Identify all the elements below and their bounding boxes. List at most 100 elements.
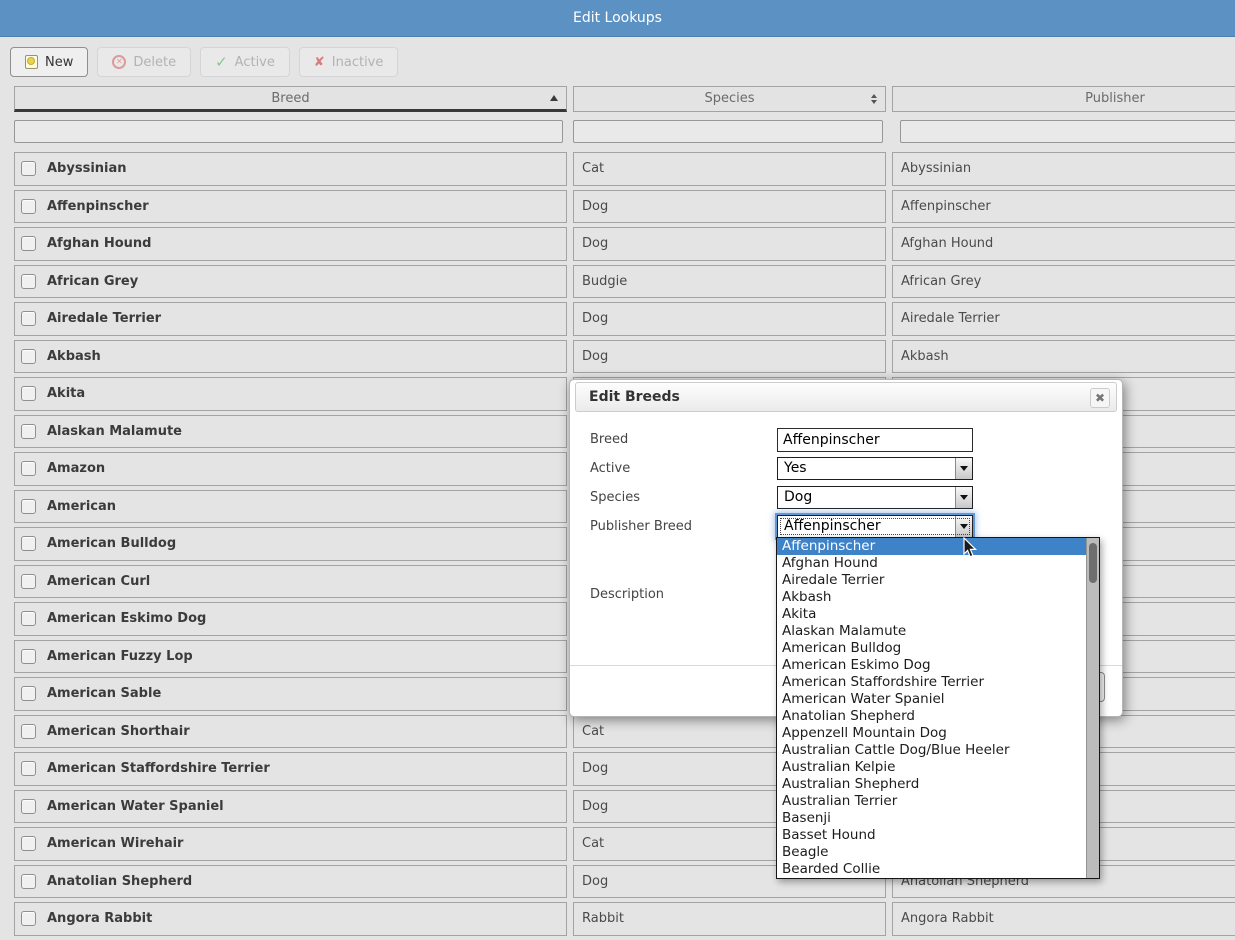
breed-cell[interactable]: Abyssinian	[14, 152, 567, 186]
dropdown-option[interactable]: American Staffordshire Terrier	[777, 674, 1086, 691]
row-checkbox[interactable]	[21, 424, 36, 439]
dropdown-options: AffenpinscherAfghan HoundAiredale Terrie…	[777, 538, 1086, 878]
row-checkbox[interactable]	[21, 874, 36, 889]
dropdown-option[interactable]: American Eskimo Dog	[777, 657, 1086, 674]
dropdown-option[interactable]: American Bulldog	[777, 640, 1086, 657]
new-button[interactable]: New	[10, 47, 88, 77]
active-select[interactable]: Yes	[777, 457, 973, 480]
publisher-cell[interactable]: Airedale Terrier	[892, 302, 1235, 336]
row-checkbox[interactable]	[21, 724, 36, 739]
dropdown-option[interactable]: Basenji	[777, 810, 1086, 827]
delete-button[interactable]: ✕ Delete	[97, 47, 191, 77]
species-cell[interactable]: Dog	[573, 340, 886, 374]
breed-cell[interactable]: Affenpinscher	[14, 190, 567, 224]
dropdown-option[interactable]: Akita	[777, 606, 1086, 623]
row-checkbox[interactable]	[21, 236, 36, 251]
publisher-filter-input[interactable]	[900, 120, 1235, 143]
species-cell[interactable]: Dog	[573, 302, 886, 336]
dropdown-option[interactable]: Beagle	[777, 844, 1086, 861]
breed-cell[interactable]: African Grey	[14, 265, 567, 299]
breed-cell[interactable]: American Sable	[14, 677, 567, 711]
dropdown-option[interactable]: Anatolian Shepherd	[777, 708, 1086, 725]
table-row[interactable]: African Grey Budgie African Grey	[14, 265, 1235, 299]
breed-cell[interactable]: Akita	[14, 377, 567, 411]
table-row[interactable]: Akbash Dog Akbash	[14, 340, 1235, 374]
publisher-cell[interactable]: Akbash	[892, 340, 1235, 374]
dialog-titlebar[interactable]: Edit Breeds ✖	[575, 382, 1117, 412]
row-checkbox[interactable]	[21, 274, 36, 289]
row-checkbox[interactable]	[21, 311, 36, 326]
breed-cell[interactable]: American	[14, 490, 567, 524]
table-row[interactable]: Affenpinscher Dog Affenpinscher	[14, 190, 1235, 224]
breed-cell[interactable]: American Curl	[14, 565, 567, 599]
breed-cell[interactable]: Alaskan Malamute	[14, 415, 567, 449]
breed-cell[interactable]: American Fuzzy Lop	[14, 640, 567, 674]
species-filter-input[interactable]	[573, 120, 883, 143]
breed-cell[interactable]: American Water Spaniel	[14, 790, 567, 824]
dropdown-option[interactable]: Affenpinscher	[777, 538, 1086, 555]
breed-cell[interactable]: Amazon	[14, 452, 567, 486]
publisher-cell[interactable]: African Grey	[892, 265, 1235, 299]
table-row[interactable]: Airedale Terrier Dog Airedale Terrier	[14, 302, 1235, 336]
dropdown-arrow-icon[interactable]	[955, 458, 972, 479]
column-header-publisher[interactable]: Publisher	[892, 86, 1235, 112]
dropdown-scrollbar-thumb[interactable]	[1089, 543, 1097, 583]
active-button[interactable]: ✓ Active	[200, 47, 290, 77]
species-cell[interactable]: Dog	[573, 190, 886, 224]
dropdown-arrow-icon[interactable]	[955, 516, 972, 537]
row-checkbox[interactable]	[21, 686, 36, 701]
dropdown-option[interactable]: Australian Cattle Dog/Blue Heeler	[777, 742, 1086, 759]
publisher-cell[interactable]: Abyssinian	[892, 152, 1235, 186]
dropdown-option[interactable]: Bearded Collie	[777, 861, 1086, 878]
species-cell[interactable]: Budgie	[573, 265, 886, 299]
publisher-breed-select[interactable]: Affenpinscher	[777, 515, 973, 538]
dropdown-option[interactable]: Australian Shepherd	[777, 776, 1086, 793]
species-cell[interactable]: Dog	[573, 227, 886, 261]
row-checkbox[interactable]	[21, 836, 36, 851]
publisher-cell[interactable]: Affenpinscher	[892, 190, 1235, 224]
breed-cell[interactable]: American Bulldog	[14, 527, 567, 561]
dropdown-arrow-icon[interactable]	[955, 487, 972, 508]
row-checkbox[interactable]	[21, 349, 36, 364]
column-header-breed[interactable]: Breed	[14, 86, 567, 112]
dropdown-option[interactable]: Alaskan Malamute	[777, 623, 1086, 640]
dropdown-option[interactable]: Basset Hound	[777, 827, 1086, 844]
breed-cell[interactable]: American Wirehair	[14, 827, 567, 861]
dropdown-option[interactable]: American Water Spaniel	[777, 691, 1086, 708]
column-header-species[interactable]: Species	[573, 86, 886, 112]
breed-cell[interactable]: Afghan Hound	[14, 227, 567, 261]
breed-input[interactable]	[777, 428, 973, 452]
table-row[interactable]: Abyssinian Cat Abyssinian	[14, 152, 1235, 186]
breed-cell[interactable]: American Shorthair	[14, 715, 567, 749]
breed-filter-input[interactable]	[14, 120, 563, 143]
dropdown-option[interactable]: Appenzell Mountain Dog	[777, 725, 1086, 742]
row-checkbox[interactable]	[21, 199, 36, 214]
row-checkbox[interactable]	[21, 499, 36, 514]
row-checkbox[interactable]	[21, 461, 36, 476]
dropdown-option[interactable]: Airedale Terrier	[777, 572, 1086, 589]
breed-cell[interactable]: American Eskimo Dog	[14, 602, 567, 636]
species-select[interactable]: Dog	[777, 486, 973, 509]
row-checkbox[interactable]	[21, 799, 36, 814]
dropdown-option[interactable]: Australian Terrier	[777, 793, 1086, 810]
breed-cell[interactable]: Airedale Terrier	[14, 302, 567, 336]
dropdown-option[interactable]: Afghan Hound	[777, 555, 1086, 572]
row-checkbox[interactable]	[21, 536, 36, 551]
dropdown-scrollbar[interactable]	[1086, 538, 1099, 878]
publisher-cell[interactable]: Afghan Hound	[892, 227, 1235, 261]
species-cell[interactable]: Cat	[573, 152, 886, 186]
breed-cell[interactable]: Anatolian Shepherd	[14, 865, 567, 899]
inactive-button[interactable]: ✘ Inactive	[299, 47, 399, 77]
close-icon[interactable]: ✖	[1090, 388, 1110, 408]
row-checkbox[interactable]	[21, 761, 36, 776]
breed-cell[interactable]: American Staffordshire Terrier	[14, 752, 567, 786]
table-row[interactable]: Afghan Hound Dog Afghan Hound	[14, 227, 1235, 261]
row-checkbox[interactable]	[21, 649, 36, 664]
dropdown-option[interactable]: Akbash	[777, 589, 1086, 606]
row-checkbox[interactable]	[21, 161, 36, 176]
dropdown-option[interactable]: Australian Kelpie	[777, 759, 1086, 776]
row-checkbox[interactable]	[21, 611, 36, 626]
breed-cell[interactable]: Akbash	[14, 340, 567, 374]
row-checkbox[interactable]	[21, 386, 36, 401]
row-checkbox[interactable]	[21, 574, 36, 589]
